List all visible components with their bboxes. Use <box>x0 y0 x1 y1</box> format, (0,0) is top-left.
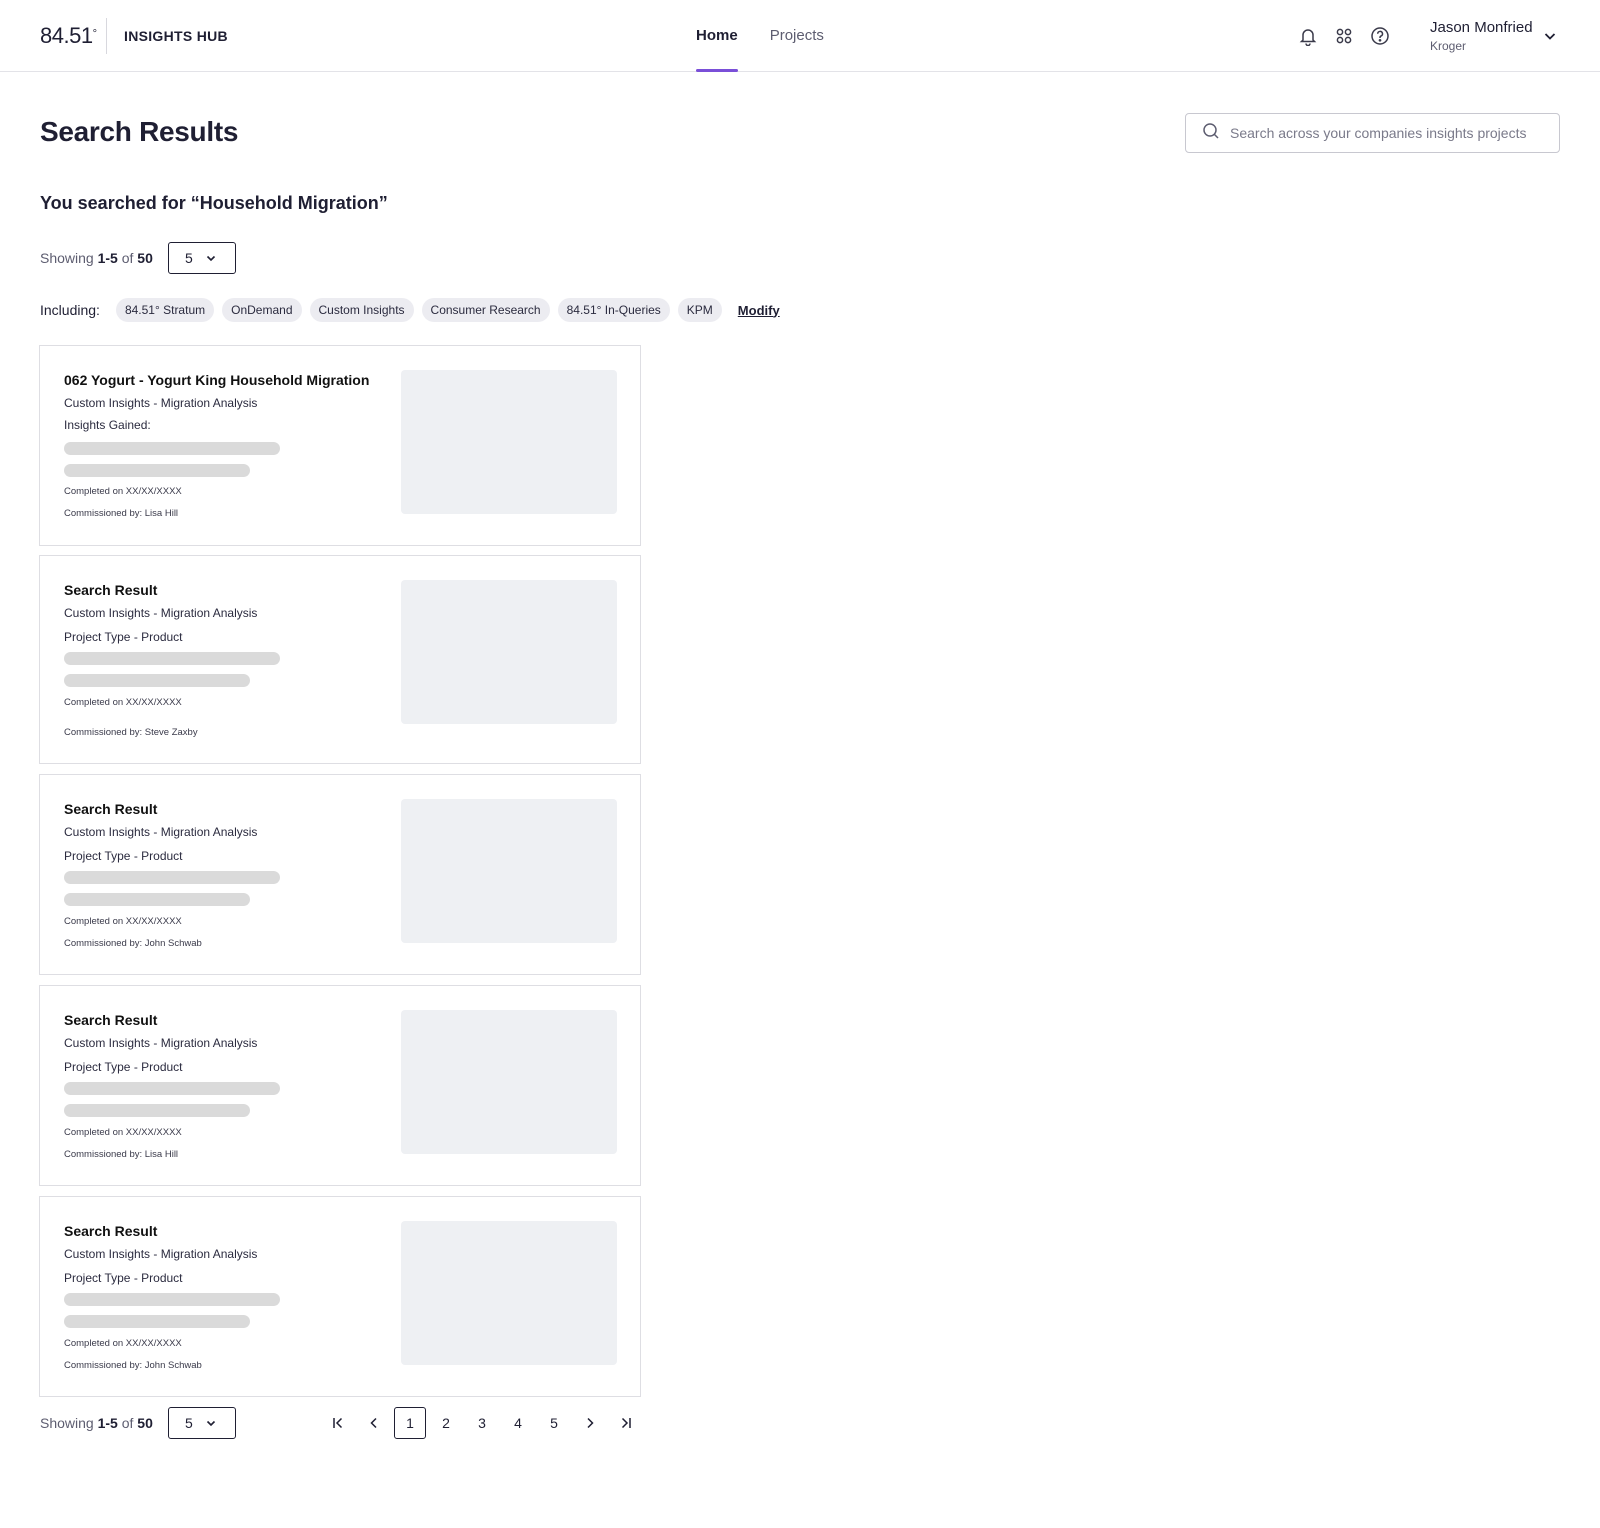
result-subtitle: Custom Insights - Migration Analysis <box>64 396 258 410</box>
results-count-bottom: Showing 1-5 of 50 <box>40 1415 153 1431</box>
result-subtitle: Custom Insights - Migration Analysis <box>64 1036 258 1050</box>
prev-page-icon[interactable] <box>358 1407 390 1439</box>
nav-tab-home[interactable]: Home <box>696 0 738 72</box>
result-completed-date: Completed on XX/XX/XXXX <box>64 1338 182 1349</box>
skeleton-line <box>64 674 250 687</box>
filter-chip: 84.51° Stratum <box>115 298 215 322</box>
user-menu[interactable]: Jason Monfried Kroger <box>1430 19 1533 53</box>
skeleton-line <box>64 464 250 477</box>
result-detail: Project Type - Product <box>64 630 183 644</box>
result-completed-date: Completed on XX/XX/XXXX <box>64 916 182 927</box>
skeleton-line <box>64 893 250 906</box>
filter-chips-row: Including: 84.51° Stratum OnDemand Custo… <box>40 298 780 322</box>
skeleton-line <box>64 1293 280 1306</box>
result-completed-date: Completed on XX/XX/XXXX <box>64 1127 182 1138</box>
page-number[interactable]: 3 <box>466 1407 498 1439</box>
result-title: Search Result <box>64 801 158 817</box>
result-subtitle: Custom Insights - Migration Analysis <box>64 606 258 620</box>
result-title: Search Result <box>64 1012 158 1028</box>
page-number-current[interactable]: 1 <box>394 1407 426 1439</box>
skeleton-line <box>64 652 280 665</box>
page-number[interactable]: 4 <box>502 1407 534 1439</box>
filter-chip: KPM <box>677 298 722 322</box>
result-title: 062 Yogurt - Yogurt King Household Migra… <box>64 372 370 388</box>
including-label: Including: <box>40 302 100 318</box>
result-completed-date: Completed on XX/XX/XXXX <box>64 697 182 708</box>
result-commissioned-by: Commissioned by: John Schwab <box>64 1360 202 1371</box>
chevron-down-icon <box>206 1420 215 1427</box>
result-detail: Project Type - Product <box>64 849 183 863</box>
filter-chip: OnDemand <box>222 298 302 322</box>
modify-filters-link[interactable]: Modify <box>738 303 780 318</box>
next-page-icon[interactable] <box>574 1407 606 1439</box>
result-card[interactable]: 062 Yogurt - Yogurt King Household Migra… <box>39 345 641 546</box>
filter-chip: 84.51° In-Queries <box>557 298 670 322</box>
result-detail: Project Type - Product <box>64 1271 183 1285</box>
header-icons <box>1296 24 1404 48</box>
result-commissioned-by: Commissioned by: Lisa Hill <box>64 1149 179 1160</box>
page-size-select[interactable]: 5 <box>168 242 236 274</box>
result-detail: Insights Gained: <box>64 418 151 432</box>
results-count: Showing 1-5 of 50 <box>40 250 153 266</box>
logo-divider <box>106 18 107 54</box>
result-title: Search Result <box>64 582 158 598</box>
last-page-icon[interactable] <box>610 1407 642 1439</box>
result-card[interactable]: Search Result Custom Insights - Migratio… <box>39 774 641 975</box>
chevron-down-icon[interactable] <box>1542 28 1558 44</box>
result-thumbnail <box>401 370 617 514</box>
result-thumbnail <box>401 1010 617 1154</box>
result-commissioned-by: Commissioned by: Lisa Hill <box>64 508 179 519</box>
apps-grid-icon[interactable] <box>1332 24 1356 48</box>
result-card[interactable]: Search Result Custom Insights - Migratio… <box>39 1196 641 1397</box>
first-page-icon[interactable] <box>322 1407 354 1439</box>
result-thumbnail <box>401 799 617 943</box>
result-card[interactable]: Search Result Custom Insights - Migratio… <box>39 985 641 1186</box>
company-logo[interactable]: 84.51° <box>40 22 97 50</box>
user-org: Kroger <box>1430 39 1467 53</box>
page-title: Search Results <box>40 116 239 147</box>
search-input[interactable] <box>1230 125 1550 141</box>
result-subtitle: Custom Insights - Migration Analysis <box>64 825 258 839</box>
skeleton-line <box>64 871 280 884</box>
result-thumbnail <box>401 1221 617 1365</box>
top-header: 84.51° INSIGHTS HUB Home Projects Jason … <box>0 0 1600 72</box>
result-detail: Project Type - Product <box>64 1060 183 1074</box>
product-name: INSIGHTS HUB <box>124 28 228 44</box>
result-commissioned-by: Commissioned by: Steve Zaxby <box>64 727 198 738</box>
search-query-heading: You searched for “Household Migration” <box>40 193 388 213</box>
skeleton-line <box>64 1082 280 1095</box>
filter-chip: Consumer Research <box>421 298 550 322</box>
page-number[interactable]: 5 <box>538 1407 570 1439</box>
result-card[interactable]: Search Result Custom Insights - Migratio… <box>39 555 641 764</box>
user-name: Jason Monfried <box>1430 19 1533 36</box>
result-completed-date: Completed on XX/XX/XXXX <box>64 486 182 497</box>
chevron-down-icon <box>206 255 215 262</box>
result-title: Search Result <box>64 1223 158 1239</box>
nav-tab-projects[interactable]: Projects <box>770 0 824 72</box>
bell-icon[interactable] <box>1296 24 1320 48</box>
page-size-select-bottom[interactable]: 5 <box>168 1407 236 1439</box>
result-thumbnail <box>401 580 617 724</box>
main-nav: Home Projects <box>696 0 856 72</box>
search-box <box>1185 113 1560 153</box>
page-number[interactable]: 2 <box>430 1407 462 1439</box>
search-icon <box>1202 122 1220 145</box>
skeleton-line <box>64 1315 250 1328</box>
result-commissioned-by: Commissioned by: John Schwab <box>64 938 202 949</box>
filter-chip: Custom Insights <box>309 298 414 322</box>
skeleton-line <box>64 1104 250 1117</box>
pagination: 1 2 3 4 5 <box>322 1407 646 1439</box>
result-subtitle: Custom Insights - Migration Analysis <box>64 1247 258 1261</box>
help-icon[interactable] <box>1368 24 1392 48</box>
skeleton-line <box>64 442 280 455</box>
